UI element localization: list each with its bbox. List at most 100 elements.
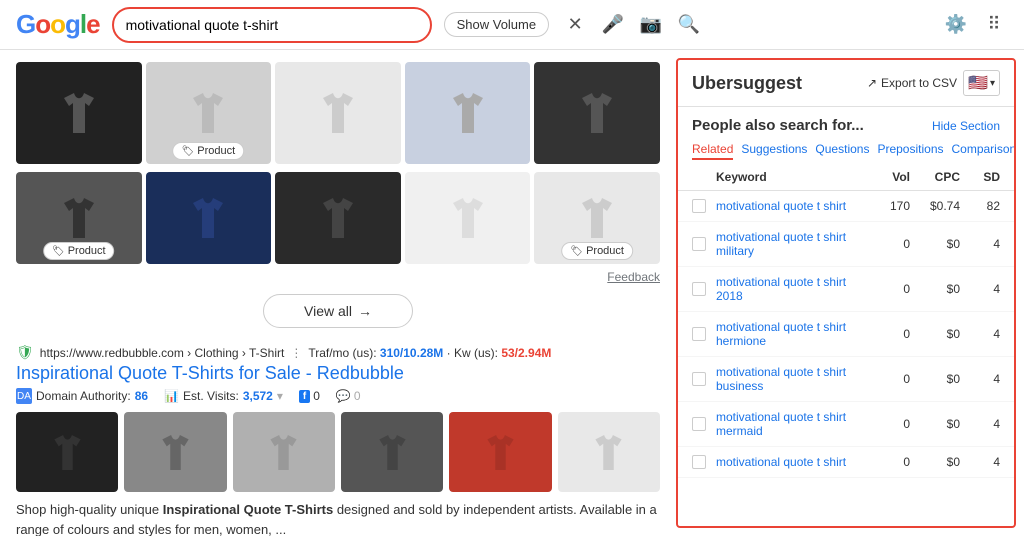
tab-related[interactable]: Related — [692, 142, 733, 160]
ubersuggest-actions: ↗ Export to CSV 🇺🇸 ▾ — [867, 70, 1000, 96]
table-row: motivational quote t shirt business 0 $0… — [678, 357, 1014, 402]
shield-icon: 🛡 — [16, 344, 34, 361]
section-title: People also search for... — [692, 117, 932, 134]
search-bar[interactable] — [112, 7, 432, 43]
result-img-1[interactable] — [16, 412, 118, 492]
row-checkbox-3[interactable] — [692, 327, 706, 341]
logo-e: e — [86, 9, 99, 40]
desc-bold: Inspirational Quote T-Shirts — [163, 502, 333, 517]
result-url-text: https://www.redbubble.com › Clothing › T… — [40, 346, 285, 360]
ubersuggest-logo: Ubersuggest — [692, 73, 802, 94]
result-img-3[interactable] — [233, 412, 335, 492]
view-all-container: View all → — [0, 286, 676, 336]
apps-icon[interactable]: ⠿ — [980, 11, 1008, 39]
search-icons: ✕ 🎤 📷 🔍 — [561, 11, 703, 39]
tab-suggestions[interactable]: Suggestions — [741, 142, 807, 160]
clear-icon[interactable]: ✕ — [561, 11, 589, 39]
export-csv-button[interactable]: ↗ Export to CSV — [867, 76, 957, 90]
ubersuggest-tabs: Related Suggestions Questions Prepositio… — [678, 138, 1014, 164]
image-thumb-9[interactable] — [405, 172, 531, 264]
domain-icon: DA — [16, 388, 32, 404]
kw-label: Kw (us): — [454, 346, 498, 360]
image-thumb-3[interactable] — [275, 62, 401, 164]
result-img-5[interactable] — [449, 412, 551, 492]
traf-value: 310/10.28M — [380, 346, 443, 360]
us-flag: 🇺🇸 — [968, 73, 988, 93]
result-title[interactable]: Inspirational Quote T-Shirts for Sale - … — [16, 363, 660, 384]
keyword-0[interactable]: motivational quote t shirt — [716, 199, 860, 213]
chevron-down-icon: ▾ — [990, 78, 995, 89]
chat-count: 💬 0 — [336, 389, 361, 403]
est-visits-value: 3,572 — [243, 389, 273, 403]
table-row: motivational quote t shirt mermaid 0 $0 … — [678, 402, 1014, 447]
product-tag-2: Product — [43, 242, 115, 260]
image-thumb-4[interactable] — [405, 62, 531, 164]
tab-questions[interactable]: Questions — [815, 142, 869, 160]
image-thumb-8[interactable] — [275, 172, 401, 264]
image-thumb-2[interactable]: Product — [146, 62, 272, 164]
search-result: 🛡 https://www.redbubble.com › Clothing ›… — [0, 336, 676, 536]
ubersuggest-header: Ubersuggest ↗ Export to CSV 🇺🇸 ▾ — [678, 60, 1014, 107]
logo-g2: g — [65, 9, 80, 40]
show-volume-button[interactable]: Show Volume — [444, 12, 550, 37]
vol-5: 0 — [860, 417, 910, 431]
facebook-icon: f — [299, 390, 310, 403]
row-checkbox-5[interactable] — [692, 417, 706, 431]
header-sd: SD — [960, 170, 1000, 184]
row-checkbox-6[interactable] — [692, 455, 706, 469]
image-thumb-10[interactable]: Product — [534, 172, 660, 264]
keyword-4[interactable]: motivational quote t shirt business — [716, 365, 860, 393]
sd-0: 82 — [960, 199, 1000, 213]
tab-prepositions[interactable]: Prepositions — [877, 142, 943, 160]
result-img-4[interactable] — [341, 412, 443, 492]
feedback-link[interactable]: Feedback — [607, 270, 660, 284]
image-thumb-6[interactable]: Product — [16, 172, 142, 264]
row-checkbox-2[interactable] — [692, 282, 706, 296]
view-all-label: View all — [304, 303, 352, 319]
camera-icon[interactable]: 📷 — [637, 11, 665, 39]
cpc-2: $0 — [910, 282, 960, 296]
result-img-6[interactable] — [558, 412, 660, 492]
sd-4: 4 — [960, 372, 1000, 386]
keyword-5[interactable]: motivational quote t shirt mermaid — [716, 410, 860, 438]
vol-1: 0 — [860, 237, 910, 251]
google-logo: Google — [16, 9, 100, 40]
left-panel: Product Product — [0, 50, 676, 536]
feedback-row: Feedback — [0, 268, 676, 286]
flag-dropdown[interactable]: 🇺🇸 ▾ — [963, 70, 1000, 96]
image-thumb-7[interactable] — [146, 172, 272, 264]
table-row: motivational quote t shirt hermione 0 $0… — [678, 312, 1014, 357]
header-checkbox-col — [692, 170, 716, 184]
image-thumb-5[interactable] — [534, 62, 660, 164]
keyword-2[interactable]: motivational quote t shirt 2018 — [716, 275, 860, 303]
settings-icon[interactable]: ⚙️ — [942, 11, 970, 39]
product-tag-3: Product — [561, 242, 633, 260]
table-row: motivational quote t shirt 170 $0.74 82 — [678, 191, 1014, 222]
keyword-1[interactable]: motivational quote t shirt military — [716, 230, 860, 258]
domain-authority-label: Domain Authority: — [36, 389, 131, 403]
image-grid-second: Product Product — [0, 168, 676, 268]
ubersuggest-panel: Ubersuggest ↗ Export to CSV 🇺🇸 ▾ People … — [676, 58, 1016, 528]
hide-section-link[interactable]: Hide Section — [932, 119, 1000, 133]
ubersuggest-section-header: People also search for... Hide Section — [678, 107, 1014, 138]
dropdown-icon[interactable]: ▾ — [277, 389, 283, 403]
image-thumb-1[interactable] — [16, 62, 142, 164]
vol-4: 0 — [860, 372, 910, 386]
tab-comparisons[interactable]: Comparisons — [952, 142, 1017, 160]
result-images — [16, 412, 660, 492]
result-img-2[interactable] — [124, 412, 226, 492]
row-checkbox-0[interactable] — [692, 199, 706, 213]
search-input[interactable] — [126, 17, 418, 33]
view-all-button[interactable]: View all → — [263, 294, 413, 328]
keyword-3[interactable]: motivational quote t shirt hermione — [716, 320, 860, 348]
fb-count-value: 0 — [313, 389, 320, 403]
table-row: motivational quote t shirt military 0 $0… — [678, 222, 1014, 267]
row-checkbox-1[interactable] — [692, 237, 706, 251]
search-icon[interactable]: 🔍 — [675, 11, 703, 39]
cpc-6: $0 — [910, 455, 960, 469]
header: Google Show Volume ✕ 🎤 📷 🔍 ⚙️ ⠿ — [0, 0, 1024, 50]
cpc-5: $0 — [910, 417, 960, 431]
mic-icon[interactable]: 🎤 — [599, 11, 627, 39]
row-checkbox-4[interactable] — [692, 372, 706, 386]
keyword-6[interactable]: motivational quote t shirt — [716, 455, 860, 469]
